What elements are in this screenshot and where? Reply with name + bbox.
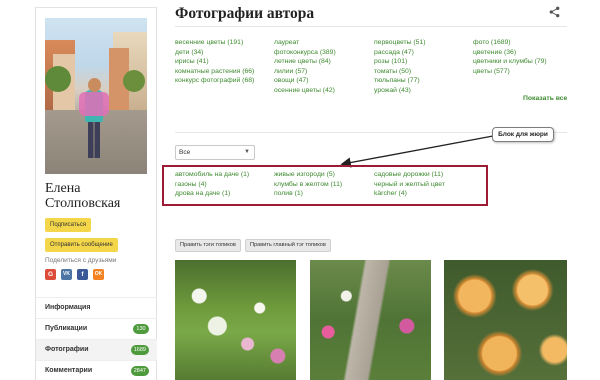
tag-link[interactable]: розы (101) [374,57,426,67]
tag-link[interactable]: клумбы в желтом (11) [274,180,342,190]
menu-item-label: Комментарии [45,367,93,374]
tag-link[interactable]: kärcher (4) [374,189,445,199]
google-share-icon[interactable]: G [45,269,56,280]
tag-link[interactable]: черный и желтый цвет [374,180,445,190]
menu-item-photos[interactable]: Фотографии 1689 [36,339,157,360]
tag-link[interactable]: садовые дорожки (11) [374,170,445,180]
tag-link[interactable]: цветение (36) [473,48,547,58]
jury-block-callout: Блок для жюри [492,127,554,142]
tag-link[interactable]: газоны (4) [175,180,249,190]
tag-link[interactable]: живые изгороди (5) [274,170,342,180]
tag-link[interactable]: полив (1) [274,189,342,199]
tag-link[interactable]: автомобиль на даче (1) [175,170,249,180]
author-photo[interactable] [45,18,147,174]
tag-link[interactable]: цветники и клумбы (79) [473,57,547,67]
tag-link[interactable]: лауреат [274,38,336,48]
menu-item-publications[interactable]: Публикации 130 [36,318,157,339]
menu-item-info[interactable]: Информация [36,297,157,318]
menu-item-comments[interactable]: Комментарии 2847 [36,360,157,380]
tag-link[interactable]: томаты (50) [374,67,426,77]
tag-column: весенние цветы (191) дети (34) ирисы (41… [175,38,254,86]
tag-link[interactable]: урожай (43) [374,86,426,96]
tag-filter-select[interactable]: Все ▼ [175,145,255,160]
menu-item-label: Фотографии [45,346,89,353]
divider [175,26,567,27]
author-name[interactable]: Елена Столповская [45,181,155,211]
edit-main-tag-button[interactable]: Править главный тэг топиков [245,239,331,252]
chevron-down-icon: ▼ [244,149,250,155]
tag-link[interactable]: дрова на даче (1) [175,189,249,199]
tag-link[interactable]: лилии (57) [274,67,336,77]
count-badge: 2847 [130,366,149,376]
count-badge: 1689 [130,345,149,355]
tag-link[interactable]: первоцветы (51) [374,38,426,48]
share-label: Поделиться с друзьями [45,257,117,264]
tag-column: фото (1689) цветение (36) цветники и клу… [473,38,547,76]
author-first-name: Елена [45,181,81,196]
show-all-link[interactable]: Показать все [523,95,567,102]
photo-thumbnail[interactable] [310,260,431,380]
share-icon[interactable] [549,6,560,18]
tag-link[interactable]: дети (34) [175,48,254,58]
tag-link[interactable]: конкурс фотографий (68) [175,76,254,86]
send-message-button[interactable]: Отправить сообщение [45,238,118,252]
count-badge: 130 [133,324,149,334]
odnoklassniki-share-icon[interactable]: OK [93,269,104,280]
photo-thumbnail[interactable] [175,260,296,380]
tag-link[interactable]: летние цветы (84) [274,57,336,67]
tag-link[interactable]: овощи (47) [274,76,336,86]
facebook-share-icon[interactable]: f [77,269,88,280]
author-last-name: Столповская [45,196,121,211]
tag-column: автомобиль на даче (1) газоны (4) дрова … [175,170,249,199]
tag-link[interactable]: рассада (47) [374,48,426,58]
tag-link[interactable]: весенние цветы (191) [175,38,254,48]
tag-column: садовые дорожки (11) черный и желтый цве… [374,170,445,199]
photo-thumbnail[interactable] [444,260,567,380]
tag-link[interactable]: ирисы (41) [175,57,254,67]
select-value: Все [179,149,191,156]
author-profile-card: Елена Столповская Подписаться Отправить … [35,7,157,380]
menu-item-label: Информация [45,304,91,311]
page-title: Фотографии автора [175,5,315,22]
tag-link[interactable]: осенние цветы (42) [274,86,336,96]
tag-link[interactable]: фотоконкурса (389) [274,48,336,58]
tag-column: живые изгороди (5) клумбы в желтом (11) … [274,170,342,199]
tag-link[interactable]: цветы (577) [473,67,547,77]
tag-column: лауреат фотоконкурса (389) летние цветы … [274,38,336,95]
vk-share-icon[interactable]: VK [61,269,72,280]
menu-item-label: Публикации [45,325,88,332]
profile-menu: Информация Публикации 130 Фотографии 168… [36,297,157,380]
edit-topic-tags-button[interactable]: Править тэги топиков [175,239,241,252]
subscribe-button[interactable]: Подписаться [45,218,91,232]
tag-link[interactable]: тюльпаны (77) [374,76,426,86]
tag-link[interactable]: фото (1689) [473,38,547,48]
tag-link[interactable]: комнатные растения (66) [175,67,254,77]
tag-column: первоцветы (51) рассада (47) розы (101) … [374,38,426,95]
